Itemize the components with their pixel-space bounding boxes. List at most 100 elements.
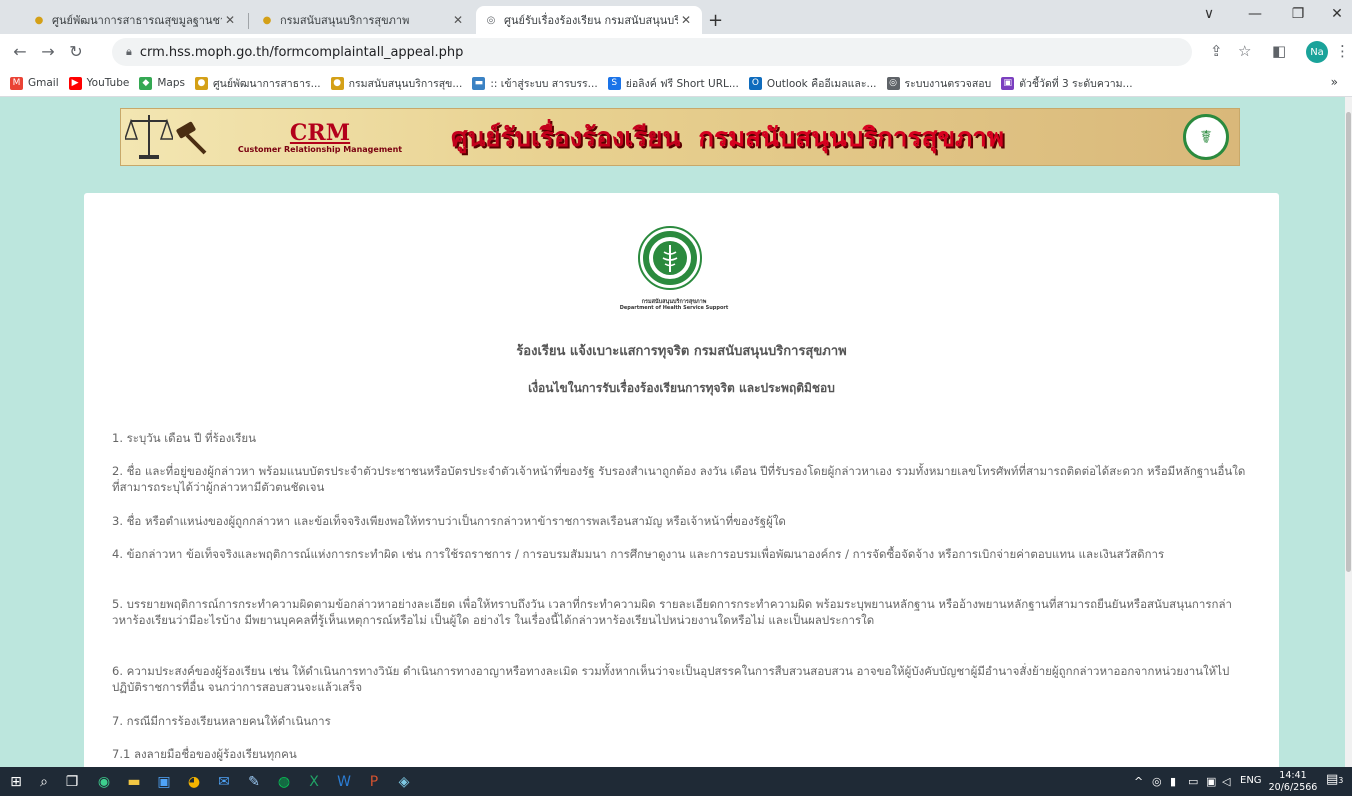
bookmark-star-icon[interactable]: ☆ — [1238, 42, 1251, 60]
bookmark-item[interactable]: M Gmail — [10, 76, 59, 90]
condition-item-1: 1. ระบุวัน เดือน ปี ที่ร้องเรียน — [112, 431, 257, 445]
page-viewport: CRM Customer Relationship Management ศูน… — [0, 97, 1345, 767]
condition-item-4: 4. ข้อกล่าวหา ข้อเท็จจริงและพฤติการณ์แห่… — [112, 547, 1165, 561]
banner-title-department: กรมสนับสนุนบริการสุขภาพ — [698, 122, 1004, 153]
bookmark-item[interactable]: ▶ YouTube — [68, 76, 130, 90]
bookmark-label: กรมสนับสนุนบริการสุข... — [348, 77, 463, 90]
condition-item-7-1: 7.1 ลงลายมือชื่อของผู้ร้องเรียนทุกคน — [112, 747, 297, 761]
side-panel-icon[interactable]: ◧ — [1272, 42, 1286, 60]
edge-browser-icon[interactable]: ◉ — [94, 772, 114, 792]
tab-2[interactable]: ● กรมสนับสนุนบริการสุขภาพ ✕ — [252, 6, 474, 34]
bookmark-item[interactable]: ● ศูนย์พัฒนาการสาธาร... — [194, 75, 321, 92]
excel-icon[interactable]: X — [304, 772, 324, 792]
notification-count: 3 — [1338, 776, 1344, 785]
close-window-button[interactable]: ✕ — [1322, 6, 1352, 22]
site-favicon-icon: ● — [34, 14, 44, 26]
bookmark-item[interactable]: S ย่อลิงค์ ฟรี Short URL... — [607, 75, 739, 92]
bookmark-item[interactable]: O Outlook คืออีเมลและ... — [748, 75, 877, 92]
lock-icon[interactable]: 🔒︎ — [126, 45, 132, 59]
bookmark-label: YouTube — [86, 77, 130, 89]
condition-item-5: 5. บรรยายพฤติการณ์การกระทำความผิดตามข้อก… — [112, 597, 1232, 627]
bookmark-label: Outlook คืออีเมลและ... — [766, 77, 877, 90]
bookmark-item[interactable]: ◆ Maps — [139, 76, 185, 90]
bookmarks-more-button[interactable]: » — [1331, 75, 1338, 89]
tab-search-button[interactable]: ∨ — [1194, 6, 1224, 22]
tray-display-icon[interactable]: ▭ — [1188, 775, 1198, 788]
bookmark-favicon-icon: ▣ — [1001, 76, 1015, 90]
paint-icon[interactable]: ✎ — [244, 772, 264, 792]
bookmark-item[interactable]: ▣ ตัวชี้วัดที่ 3 ระดับความ... — [1001, 75, 1133, 92]
bookmark-favicon-icon: ▶ — [68, 76, 82, 90]
windows-taskbar: ⊞ ⌕ ❐ ◉ ▬ ▣ ◕ ✉ ✎ ◍ X W P ◈ ^ ◎ ▮ ▭ ▣ ◁ … — [0, 767, 1352, 796]
tab-title: ศูนย์พัฒนาการสาธารณสุขมูลฐานชายแ — [52, 14, 222, 27]
bookmark-favicon-icon: M — [10, 76, 23, 90]
file-explorer-icon[interactable]: ▬ — [124, 772, 144, 792]
tab-title: ศูนย์รับเรื่องร้องเรียน กรมสนับสนุนบริก — [504, 14, 678, 27]
tab-close-icon[interactable]: ✕ — [222, 13, 238, 27]
language-indicator[interactable]: ENG — [1240, 775, 1262, 786]
clock-time: 14:41 — [1279, 770, 1307, 781]
navigation-bar: ← → ↻ 🔒︎ crm.hss.moph.go.th/formcomplain… — [0, 34, 1352, 70]
address-bar[interactable]: 🔒︎ crm.hss.moph.go.th/formcomplaintall_a… — [112, 38, 1192, 66]
search-icon[interactable]: ⌕ — [34, 772, 54, 792]
network-icon[interactable]: ▣ — [1206, 775, 1216, 788]
crm-subtitle: Customer Relationship Management — [237, 144, 403, 154]
ministry-emblem-icon: ☤ — [1183, 114, 1229, 160]
clock-date: 20/6/2566 — [1268, 782, 1318, 793]
menu-kebab-icon[interactable]: ⋮ — [1335, 42, 1350, 60]
word-icon[interactable]: W — [334, 772, 354, 792]
bookmark-favicon-icon: ● — [194, 76, 208, 90]
task-view-icon[interactable]: ❐ — [62, 772, 82, 792]
bookmark-favicon-icon: ◆ — [139, 76, 153, 90]
bookmark-favicon-icon: ◎ — [886, 76, 900, 90]
condition-item-6: 6. ความประสงค์ของผู้ร้องเรียน เช่น ให้ดำ… — [112, 664, 1230, 694]
restore-button[interactable]: ❐ — [1283, 6, 1313, 22]
bookmark-item[interactable]: ▬:: เข้าสู่ระบบ สารบรร... — [472, 75, 598, 92]
tab-close-icon[interactable]: ✕ — [678, 13, 694, 27]
chrome-icon[interactable]: ◕ — [184, 772, 204, 792]
bookmark-favicon-icon: ● — [330, 76, 344, 90]
back-icon[interactable]: ← — [10, 42, 30, 61]
system-clock[interactable]: 14:41 20/6/2566 — [1268, 770, 1318, 794]
content-card: กรมสนับสนุนบริการสุขภาพ Department of He… — [84, 193, 1279, 767]
mail-icon[interactable]: ✉ — [214, 772, 234, 792]
bookmark-label: ระบบงานตรวจสอบ — [904, 77, 992, 90]
line-app-icon[interactable]: ◍ — [274, 772, 294, 792]
banner-title-center: ศูนย์รับเรื่องร้องเรียน — [451, 122, 681, 153]
bookmark-item[interactable]: ◎ ระบบงานตรวจสอบ — [886, 75, 992, 92]
bookmark-label: ย่อลิงค์ ฟรี Short URL... — [625, 77, 739, 90]
scrollbar-thumb[interactable] — [1346, 112, 1351, 572]
notification-icon[interactable]: ▤3 — [1326, 772, 1343, 787]
tab-strip: ● ศูนย์พัฒนาการสาธารณสุขมูลฐานชายแ ✕ ● ก… — [0, 0, 1352, 34]
bookmark-item[interactable]: ● กรมสนับสนุนบริการสุข... — [330, 75, 463, 92]
tray-app-icon[interactable]: ◎ — [1152, 775, 1162, 788]
profile-avatar[interactable]: Na — [1306, 41, 1328, 63]
tray-usb-icon[interactable]: ▮ — [1170, 775, 1176, 788]
bookmark-label: ศูนย์พัฒนาการสาธาร... — [212, 77, 321, 90]
volume-icon[interactable]: ◁ — [1222, 775, 1230, 788]
store-icon[interactable]: ▣ — [154, 772, 174, 792]
tab-1[interactable]: ● ศูนย์พัฒนาการสาธารณสุขมูลฐานชายแ ✕ — [24, 6, 246, 34]
site-favicon-icon: ● — [262, 14, 272, 26]
bookmarks-bar: M Gmail ▶ YouTube ◆ Maps ● ศูนย์พัฒนาการสาธาร..… — [0, 70, 1352, 97]
minimize-button[interactable]: — — [1240, 6, 1270, 22]
tab-title: กรมสนับสนุนบริการสุขภาพ — [280, 14, 410, 27]
new-tab-button[interactable]: + — [708, 10, 723, 31]
media-app-icon[interactable]: ◈ — [394, 772, 414, 792]
forward-icon[interactable]: → — [38, 42, 58, 61]
crm-banner: CRM Customer Relationship Management ศูน… — [120, 108, 1240, 166]
page-subheading: เงื่อนไขในการรับเรื่องร้องเรียนการทุจริต… — [528, 381, 835, 395]
windows-start-icon[interactable]: ⊞ — [6, 772, 26, 792]
url-text[interactable]: crm.hss.moph.go.th/formcomplaintall_appe… — [140, 45, 464, 60]
globe-icon: ◎ — [486, 14, 496, 26]
bookmark-label: Maps — [157, 77, 185, 89]
logo-caption-english: Department of Health Service Support — [619, 305, 729, 311]
powerpoint-icon[interactable]: P — [364, 772, 384, 792]
tab-divider — [248, 13, 249, 29]
condition-item-7: 7. กรณีมีการร้องเรียนหลายคนให้ดำเนินการ — [112, 714, 331, 728]
tab-close-icon[interactable]: ✕ — [450, 13, 466, 27]
reload-icon[interactable]: ↻ — [66, 42, 86, 61]
tab-3-active[interactable]: ◎ ศูนย์รับเรื่องร้องเรียน กรมสนับสนุนบริ… — [476, 6, 702, 34]
share-icon[interactable]: ⇪ — [1210, 42, 1223, 60]
tray-chevron-icon[interactable]: ^ — [1134, 775, 1143, 788]
